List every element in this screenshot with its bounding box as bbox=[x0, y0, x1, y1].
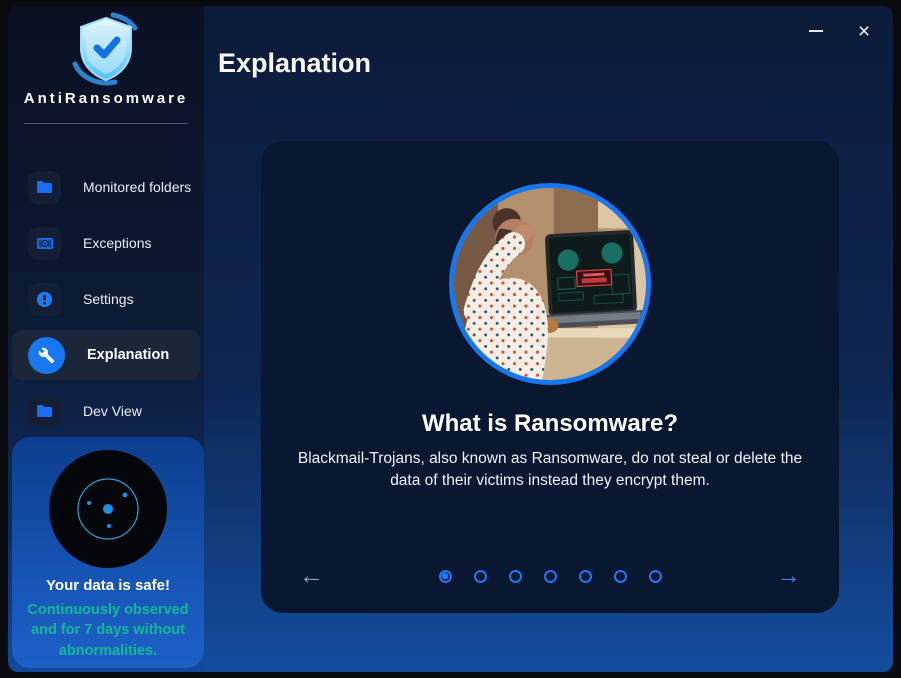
close-icon: × bbox=[858, 21, 870, 42]
carousel-dot-4[interactable] bbox=[544, 570, 557, 583]
brand-block: AntiRansomware bbox=[8, 6, 204, 124]
shield-check-logo-icon bbox=[63, 12, 149, 86]
status-title: Your data is safe! bbox=[12, 577, 204, 594]
carousel-dots bbox=[439, 570, 662, 583]
exclamation-circle-icon bbox=[28, 283, 61, 316]
app-window: AntiRansomware Monitored folders bbox=[8, 6, 893, 672]
status-message: Continuously observed and for 7 days wit… bbox=[22, 600, 194, 661]
slide-heading: What is Ransomware? bbox=[261, 410, 839, 438]
sidebar-item-label: Exceptions bbox=[83, 235, 151, 251]
sidebar: AntiRansomware Monitored folders bbox=[8, 6, 204, 672]
carousel-dot-6[interactable] bbox=[614, 570, 627, 583]
sidebar-item-label: Settings bbox=[83, 291, 134, 307]
window-controls: × bbox=[799, 18, 881, 44]
sidebar-item-exceptions[interactable]: Exceptions bbox=[12, 218, 200, 268]
slide-body-text: Blackmail-Trojans, also known as Ransomw… bbox=[296, 448, 804, 492]
sidebar-item-label: Monitored folders bbox=[83, 179, 191, 195]
carousel-dot-2[interactable] bbox=[474, 570, 487, 583]
sidebar-item-label: Explanation bbox=[87, 347, 169, 363]
explanation-card: What is Ransomware? Blackmail-Trojans, a… bbox=[261, 141, 839, 613]
protection-status-card: Your data is safe! Continuously observed… bbox=[12, 437, 204, 668]
page-title: Explanation bbox=[218, 48, 371, 79]
carousel-dot-5[interactable] bbox=[579, 570, 592, 583]
ransomware-victim-photo bbox=[449, 183, 651, 385]
carousel-dot-1[interactable] bbox=[439, 570, 452, 583]
sidebar-item-explanation[interactable]: Explanation bbox=[12, 330, 200, 380]
radar-scan-icon bbox=[49, 450, 167, 568]
sidebar-item-dev-view[interactable]: Dev View bbox=[12, 386, 200, 436]
carousel-controls: ← → bbox=[261, 561, 839, 591]
carousel-dot-7[interactable] bbox=[649, 570, 662, 583]
brand-divider bbox=[24, 123, 188, 124]
exceptions-book-icon bbox=[28, 227, 61, 260]
carousel-dot-3[interactable] bbox=[509, 570, 522, 583]
sidebar-item-label: Dev View bbox=[83, 403, 142, 419]
sidebar-item-monitored-folders[interactable]: Monitored folders bbox=[12, 162, 200, 212]
carousel-next-arrow-icon[interactable]: → bbox=[776, 564, 801, 589]
sidebar-item-settings[interactable]: Settings bbox=[12, 274, 200, 324]
minimize-button[interactable] bbox=[799, 18, 833, 44]
folder-icon bbox=[28, 171, 61, 204]
folder-icon bbox=[28, 395, 61, 428]
minimize-icon bbox=[809, 30, 823, 32]
carousel-prev-arrow-icon[interactable]: ← bbox=[299, 564, 324, 589]
sidebar-nav: Monitored folders Exceptions bbox=[8, 162, 204, 436]
close-button[interactable]: × bbox=[847, 18, 881, 44]
main-area: Explanation bbox=[204, 6, 893, 672]
brand-name: AntiRansomware bbox=[8, 90, 204, 107]
wrench-icon bbox=[28, 337, 65, 374]
